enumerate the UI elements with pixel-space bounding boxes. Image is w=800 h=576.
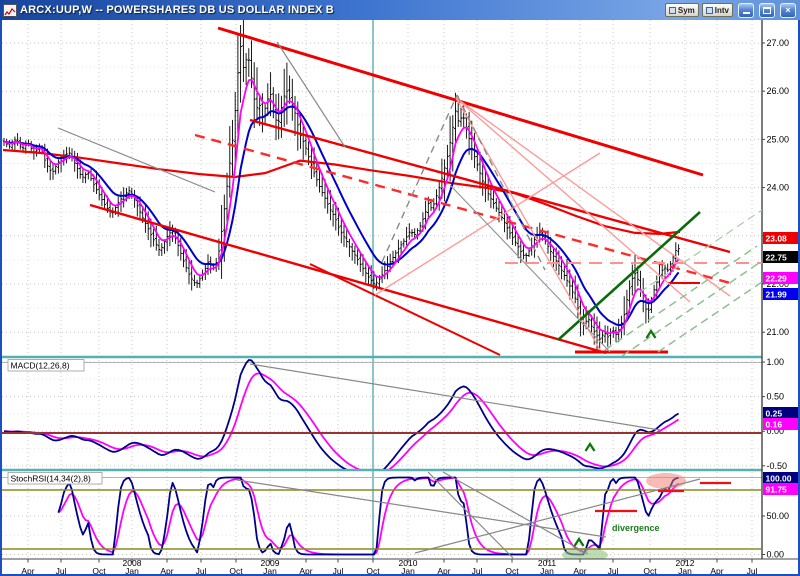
stoch-study-label: StochRSI(14,34(2),8) (11, 474, 91, 484)
intv-button-label: Intv (715, 6, 729, 15)
month-tick-label: Oct (643, 566, 657, 574)
chart-window: ARCX:UUP,W -- POWERSHARES DB US DOLLAR I… (0, 0, 800, 576)
last-value-badge-text: 21.99 (766, 290, 788, 300)
axis-tick-label: 26.00 (767, 86, 790, 96)
month-tick-label: Apr (21, 566, 34, 574)
month-tick-label: Jan (401, 566, 415, 574)
last-value-badge-text: 91.75 (766, 485, 788, 495)
close-button[interactable]: × (780, 3, 796, 18)
month-tick-label: Jul (472, 566, 483, 574)
macd-study-label-box: MACD(12,26,8) (8, 360, 84, 372)
window-title: ARCX:UUP,W -- POWERSHARES DB US DOLLAR I… (20, 4, 662, 16)
month-tick-label: Apr (437, 566, 450, 574)
last-value-badge-text: 23.08 (766, 234, 788, 244)
axis-tick-label: 21.00 (767, 327, 790, 337)
month-tick-label: Jan (125, 566, 139, 574)
month-tick-label: Oct (366, 566, 380, 574)
month-tick-label: Jan (678, 566, 692, 574)
month-tick-label: Jul (333, 566, 344, 574)
month-tick-label: Jul (196, 566, 207, 574)
maximize-button[interactable] (759, 3, 775, 18)
sym-icon (669, 7, 676, 14)
axis-tick-label: 0.50 (767, 392, 785, 402)
axis-tick-label: 0.00 (767, 550, 785, 560)
title-bar[interactable]: ARCX:UUP,W -- POWERSHARES DB US DOLLAR I… (0, 0, 800, 20)
last-value-badge-text: 0.16 (766, 420, 783, 430)
axis-tick-label: 24.00 (767, 183, 790, 193)
stoch-study-label-box: StochRSI(14,34(2),8) (8, 473, 102, 485)
axis-tick-label: 50.00 (767, 511, 790, 521)
maximize-icon (763, 7, 771, 14)
macd-study-label: MACD(12,26,8) (11, 361, 70, 371)
month-tick-label: Apr (299, 566, 312, 574)
sym-button[interactable]: Sym (665, 3, 699, 17)
minimize-button[interactable] (738, 3, 754, 18)
highlight-ellipse (646, 473, 686, 489)
axis-tick-label: 25.00 (767, 134, 790, 144)
month-tick-label: Jul (608, 566, 619, 574)
month-tick-label: Jul (56, 566, 67, 574)
month-tick-label: Oct (92, 566, 106, 574)
month-tick-label: Oct (229, 566, 243, 574)
month-tick-label: Apr (573, 566, 586, 574)
month-tick-label: Jul (747, 566, 758, 574)
axis-tick-label: 1.00 (767, 357, 785, 367)
axis-tick-label: -0.50 (767, 461, 788, 471)
intv-icon (706, 7, 713, 14)
app-icon (3, 4, 17, 17)
month-tick-label: Jan (263, 566, 277, 574)
month-tick-label: Apr (160, 566, 173, 574)
last-value-badge-text: 100.00 (766, 474, 792, 484)
chart-canvas[interactable]: AprJulOct2008JanAprJulOct2009JanAprJulOc… (2, 20, 798, 574)
month-tick-label: Oct (505, 566, 519, 574)
axis-tick-label: 27.00 (767, 38, 790, 48)
last-value-badge-text: 22.75 (766, 253, 788, 263)
intv-button[interactable]: Intv (702, 3, 733, 17)
month-tick-label: Jan (540, 566, 554, 574)
sym-button-label: Sym (678, 6, 695, 15)
divergence-annotation: divergence (612, 523, 660, 533)
last-value-badge-text: 0.25 (766, 409, 783, 419)
last-value-badge-text: 22.29 (766, 274, 788, 284)
minimize-icon (743, 11, 750, 14)
month-tick-label: Apr (710, 566, 723, 574)
